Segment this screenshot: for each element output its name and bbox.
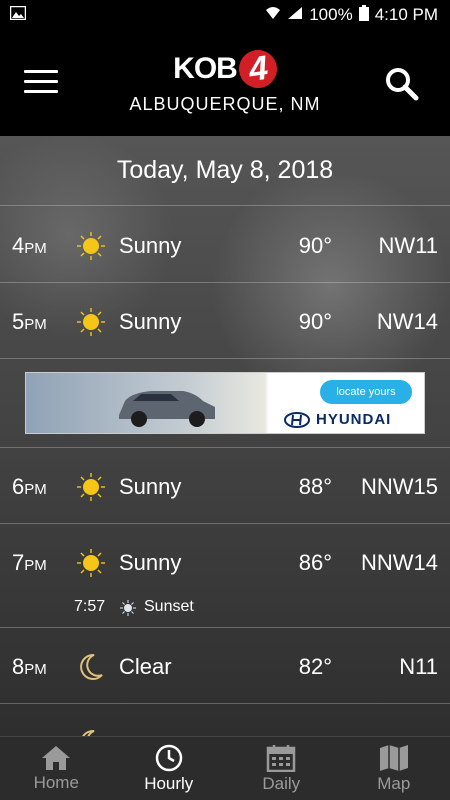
battery-percent: 100% xyxy=(309,5,353,24)
hour-row: 4PM Sunny 90° NW11 xyxy=(0,207,450,283)
hyundai-ad-banner[interactable]: locate yours HYUNDAI xyxy=(25,372,425,434)
hour-wind: NNW14 xyxy=(360,550,438,575)
image-notification-icon xyxy=(9,5,27,25)
hour-row: 5PM Sunny 90° NW14 xyxy=(0,283,450,359)
location-label: ALBUQUERQUE, NM xyxy=(129,94,321,114)
home-icon xyxy=(42,745,71,770)
search-icon xyxy=(386,68,419,101)
status-bar: 100% 4:10 PM xyxy=(0,0,450,30)
hour-wind: N11 xyxy=(399,654,438,679)
car-image xyxy=(119,391,215,427)
tab-hourly-label: Hourly xyxy=(144,773,194,793)
wifi-icon xyxy=(265,5,281,25)
locate-yours-button[interactable]: locate yours xyxy=(320,380,412,404)
tab-daily[interactable]: Daily xyxy=(225,737,338,800)
logo-block: KOB 4 ALBUQUERQUE, NM xyxy=(0,47,450,115)
bottom-tab-bar: Home Hourly Daily Map xyxy=(0,736,450,800)
moon-icon xyxy=(82,729,95,736)
tab-hourly[interactable]: Hourly xyxy=(113,737,226,800)
tab-map[interactable]: Map xyxy=(338,737,450,800)
hour-row: 6PM Sunny 88° NNW15 xyxy=(0,448,450,524)
hour-row: 8PM Clear 82° N11 xyxy=(0,628,450,704)
tab-home-label: Home xyxy=(33,772,79,792)
hyundai-h-icon xyxy=(284,411,310,428)
signal-icon xyxy=(287,5,303,25)
clock-icon xyxy=(155,744,182,771)
hour-row-partial xyxy=(0,704,450,736)
hour-wind: NW14 xyxy=(376,309,438,334)
date-heading: Today, May 8, 2018 xyxy=(0,136,450,206)
hour-row: 7PM Sunny 86° NNW14 7:57 Sunset xyxy=(0,524,450,628)
kob4-logo: KOB 4 xyxy=(173,47,280,91)
battery-icon xyxy=(358,4,369,26)
sunset-time: 7:57 xyxy=(74,598,106,615)
calendar-icon xyxy=(267,744,296,772)
tab-daily-label: Daily xyxy=(262,773,301,793)
map-icon xyxy=(379,744,408,771)
tab-home[interactable]: Home xyxy=(0,737,113,800)
search-button[interactable] xyxy=(384,66,420,102)
hyundai-logo: HYUNDAI xyxy=(284,411,424,428)
clock-time: 4:10 PM xyxy=(374,5,438,24)
hourly-forecast[interactable]: Today, May 8, 2018 4PM Sunny 90° NW11 5P… xyxy=(0,136,450,736)
sunset-icon xyxy=(120,600,136,616)
hour-wind: NW11 xyxy=(378,233,439,258)
hour-wind: NNW15 xyxy=(360,474,438,499)
app-header: KOB 4 ALBUQUERQUE, NM xyxy=(0,30,450,136)
sunset-label: Sunset xyxy=(144,598,194,615)
tab-map-label: Map xyxy=(377,773,411,793)
